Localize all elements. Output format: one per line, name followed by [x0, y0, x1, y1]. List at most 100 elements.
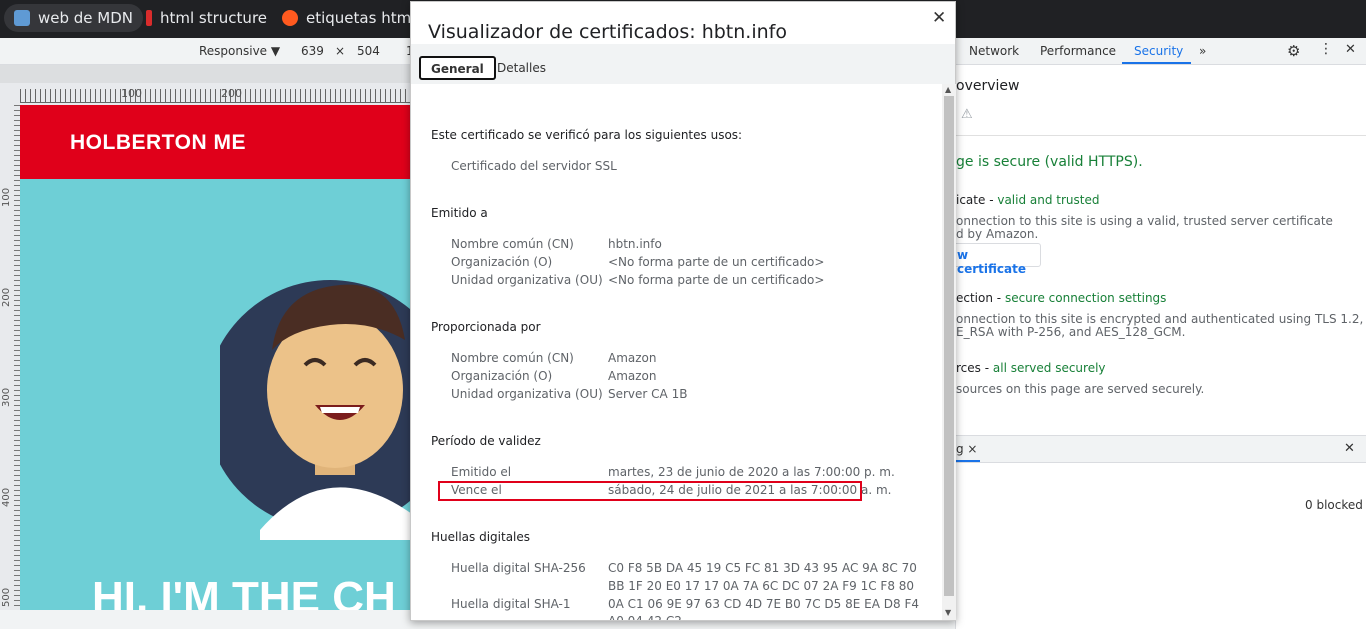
site-favicon-icon	[282, 10, 298, 26]
issued-to-ou-value: <No forma parte de un certificado>	[608, 273, 825, 287]
sha1-value-line1: 0A C1 06 9E 97 63 CD 4D 7E B0 7C D5 8E E…	[608, 597, 919, 611]
browser-tab-etiquetas[interactable]: etiquetas html	[272, 4, 425, 32]
media-query-bar	[0, 65, 410, 83]
issued-to-o-value: <No forma parte de un certificado>	[608, 255, 825, 269]
issued-to-cn-label: Nombre común (CN)	[451, 237, 574, 251]
browser-tab-html-structure[interactable]: html structure	[136, 4, 277, 32]
browser-tab-label: web de MDN	[38, 9, 134, 27]
close-icon[interactable]: ✕	[1345, 42, 1356, 57]
resources-heading-text: rces -	[956, 361, 993, 375]
dialog-scrollbar[interactable]: ▲ ▼	[942, 84, 956, 620]
vertical-ruler: 100 200 300 400 500	[0, 105, 20, 610]
avatar-teeth	[320, 407, 360, 413]
divider	[956, 135, 1366, 136]
certificate-heading: icate - valid and trusted	[956, 193, 1100, 207]
issued-to-o-label: Organización (O)	[451, 255, 553, 269]
fingerprints-heading: Huellas digitales	[431, 530, 531, 544]
tab-general[interactable]: General	[419, 56, 496, 80]
responsive-mode-select[interactable]: Responsive ▼	[199, 44, 280, 58]
resources-heading: rces - all served securely	[956, 361, 1106, 375]
certificate-heading-text: icate -	[956, 193, 998, 207]
sha256-value-line1: C0 F8 5B DA 45 19 C5 FC 81 3D 43 95 AC 9…	[608, 561, 917, 575]
issued-by-ou-value: Server CA 1B	[608, 387, 688, 401]
ruler-label: 100	[121, 87, 142, 100]
view-certificate-button[interactable]: w certificate	[946, 243, 1041, 276]
tab-security[interactable]: Security	[1134, 44, 1183, 58]
site-brand[interactable]: HOLBERTON ME	[70, 131, 246, 155]
connection-description-2: E_RSA with P-256, and AES_128_GCM.	[956, 325, 1186, 339]
drawer-tab-bar: g × ✕	[956, 436, 1366, 463]
active-tab-indicator	[1122, 62, 1191, 64]
ruler-label: 300	[1, 387, 12, 407]
scrollbar-thumb[interactable]	[944, 96, 954, 596]
ruler-label: 400	[1, 487, 12, 507]
security-summary: ge is secure (valid HTTPS).	[956, 154, 1143, 170]
drawer-close-icon[interactable]: ✕	[1344, 441, 1355, 456]
devtools-drawer: g × ✕ 0 blocked	[956, 435, 1366, 629]
issued-by-heading: Proporcionada por	[431, 320, 541, 334]
site-header: HOLBERTON ME	[20, 105, 410, 179]
validity-heading: Período de validez	[431, 434, 541, 448]
scroll-up-icon[interactable]: ▲	[945, 85, 951, 94]
devtools-panel: Network Performance Security » ⚙ ⋮ ✕ ove…	[946, 38, 1366, 629]
viewport-height-input[interactable]: 504	[357, 44, 380, 58]
resources-description: sources on this page are served securely…	[956, 382, 1205, 396]
horizontal-ruler: 100 200	[0, 65, 410, 105]
browser-tab-mdn[interactable]: web de MDN	[4, 4, 144, 32]
sha256-label: Huella digital SHA-256	[451, 561, 586, 575]
usage-value: Certificado del servidor SSL	[451, 159, 617, 173]
blocked-count: 0 blocked	[1305, 498, 1363, 512]
expiry-highlight-box	[438, 481, 862, 501]
dialog-tab-bar: General Detalles	[411, 44, 955, 84]
tab-details[interactable]: Detalles	[487, 57, 556, 81]
issued-by-cn-value: Amazon	[608, 351, 657, 365]
mdn-favicon-icon	[14, 10, 30, 26]
usage-heading: Este certificado se verificó para los si…	[431, 128, 743, 142]
drawer-tab-indicator	[956, 460, 980, 462]
certificate-status: valid and trusted	[997, 193, 1100, 207]
issued-on-value: martes, 23 de junio de 2020 a las 7:00:0…	[608, 465, 895, 479]
drawer-tab[interactable]: g ×	[956, 442, 978, 456]
issued-by-o-value: Amazon	[608, 369, 657, 383]
viewport-width-input[interactable]: 639	[301, 44, 324, 58]
issued-by-ou-label: Unidad organizativa (OU)	[451, 387, 603, 401]
certificate-viewer-dialog: Visualizador de certificados: hbtn.info …	[410, 1, 956, 621]
ruler-label: 500	[1, 587, 12, 607]
more-tabs-icon[interactable]: »	[1199, 44, 1206, 58]
connection-status[interactable]: secure connection settings	[1005, 291, 1167, 305]
issued-to-heading: Emitido a	[431, 206, 488, 220]
ruler-label: 100	[1, 187, 12, 207]
ruler-ticks	[20, 89, 410, 103]
resources-status: all served securely	[992, 361, 1106, 375]
connection-heading-text: ection -	[956, 291, 1005, 305]
connection-heading: ection - secure connection settings	[956, 291, 1166, 305]
security-overview-title: overview	[956, 78, 1020, 94]
browser-tab-label: html structure	[160, 9, 268, 27]
issued-to-ou-label: Unidad organizativa (OU)	[451, 273, 603, 287]
tab-network[interactable]: Network	[969, 44, 1019, 58]
devtools-tab-bar: Network Performance Security » ⚙ ⋮ ✕	[956, 38, 1366, 65]
issued-by-o-label: Organización (O)	[451, 369, 553, 383]
dimension-separator: ×	[335, 44, 346, 58]
hero-title: HI, I'M THE CH	[92, 573, 396, 610]
dialog-title: Visualizador de certificados: hbtn.info	[428, 21, 787, 43]
ruler-label: 200	[221, 87, 242, 100]
sha1-value-line2: A0 04 42 C2	[608, 614, 682, 620]
ruler-label: 200	[1, 287, 12, 307]
kebab-icon[interactable]: ⋮	[1319, 41, 1333, 57]
browser-tab-label: etiquetas html	[306, 9, 416, 27]
warning-icon: ⚠	[961, 107, 973, 122]
avatar-illustration	[220, 280, 410, 540]
page-preview: HOLBERTON ME HI, I'M THE CH	[20, 105, 410, 610]
bookmark-favicon-icon	[146, 10, 152, 26]
issued-on-label: Emitido el	[451, 465, 512, 479]
gear-icon[interactable]: ⚙	[1287, 42, 1300, 60]
issued-by-cn-label: Nombre común (CN)	[451, 351, 574, 365]
preview-resize-strip[interactable]	[0, 610, 410, 629]
sha256-value-line2: BB 1F 20 E0 17 17 0A 7A 6C DC 07 2A F9 1…	[608, 579, 915, 593]
scroll-down-icon[interactable]: ▼	[945, 608, 951, 617]
tab-performance[interactable]: Performance	[1040, 44, 1116, 58]
certificate-description-2: d by Amazon.	[956, 227, 1039, 241]
close-icon[interactable]: ✕	[932, 8, 946, 28]
sha1-label: Huella digital SHA-1	[451, 597, 571, 611]
